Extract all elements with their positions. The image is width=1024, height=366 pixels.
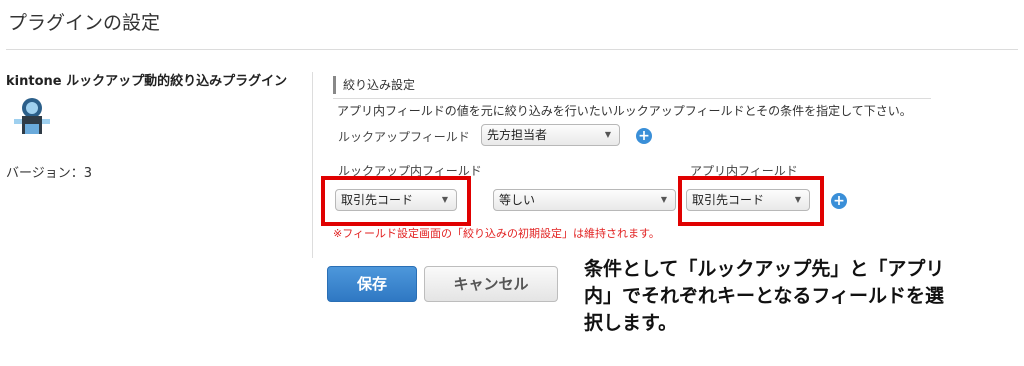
lookup-field-value: 先方担当者 [487,128,548,142]
note-text: ※フィールド設定画面の「絞り込みの初期設定」は維持されます。 [333,227,660,240]
dropdown-arrow-icon: ▼ [604,130,611,139]
section-description: アプリ内フィールドの値を元に絞り込みを行いたいルックアップフィールドとその条件を… [337,104,912,118]
header-divider [6,49,1018,50]
lookup-field-select[interactable]: 先方担当者 ▼ [481,124,620,146]
page-title: プラグインの設定 [8,12,161,34]
highlight-box-app [678,176,824,226]
annotation-text: 条件として「ルックアップ先」と「アプリ内」でそれぞれキーとなるフィールドを選択し… [584,258,945,334]
add-condition-icon[interactable]: + [831,193,847,209]
operator-select[interactable]: 等しい ▼ [493,189,676,211]
lookup-field-label: ルックアップフィールド [338,130,470,144]
plugin-version: バージョン：3 [6,166,93,181]
plugin-logo-icon [12,96,52,140]
section-title: 絞り込み設定 [333,76,415,94]
highlight-box-lookup [321,176,471,226]
cancel-button[interactable]: キャンセル [424,266,558,302]
operator-value: 等しい [499,193,536,207]
add-lookup-field-icon[interactable]: + [636,128,652,144]
column-divider [312,72,313,258]
save-button[interactable]: 保存 [327,266,417,302]
section-underline [333,98,931,99]
plugin-name: kintone ルックアップ動的絞り込みプラグイン [6,74,288,89]
dropdown-arrow-icon: ▼ [660,195,667,204]
